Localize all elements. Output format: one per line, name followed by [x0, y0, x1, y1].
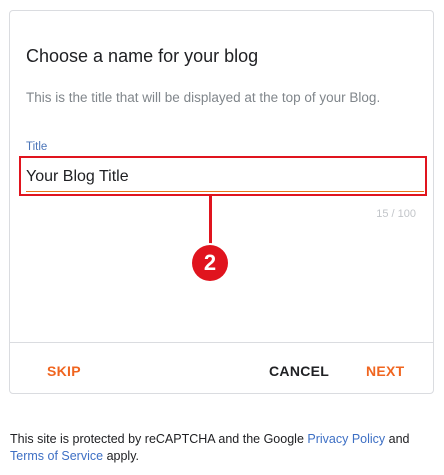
blog-name-dialog: Choose a name for your blog This is the …: [9, 10, 434, 394]
dialog-description: This is the title that will be displayed…: [26, 90, 381, 105]
notice-text-suffix: apply.: [103, 449, 139, 463]
notice-text-and: and: [385, 432, 410, 446]
terms-of-service-link[interactable]: Terms of Service: [10, 449, 103, 463]
skip-button[interactable]: SKIP: [43, 359, 85, 383]
page: Choose a name for your blog This is the …: [0, 0, 444, 475]
cancel-button[interactable]: CANCEL: [265, 359, 333, 383]
dialog-title: Choose a name for your blog: [26, 46, 259, 66]
recaptcha-notice: This site is protected by reCAPTCHA and …: [10, 431, 438, 465]
notice-text-prefix: This site is protected by reCAPTCHA and …: [10, 432, 308, 446]
footer-divider: [10, 342, 433, 343]
annotation-step-badge: 2: [192, 245, 228, 281]
annotation-callout-line: [209, 196, 212, 248]
title-field-label: Title: [26, 141, 48, 153]
title-input[interactable]: [26, 163, 424, 192]
next-button[interactable]: NEXT: [362, 359, 409, 383]
privacy-policy-link[interactable]: Privacy Policy: [307, 432, 385, 446]
character-counter: 15 / 100: [376, 208, 416, 220]
